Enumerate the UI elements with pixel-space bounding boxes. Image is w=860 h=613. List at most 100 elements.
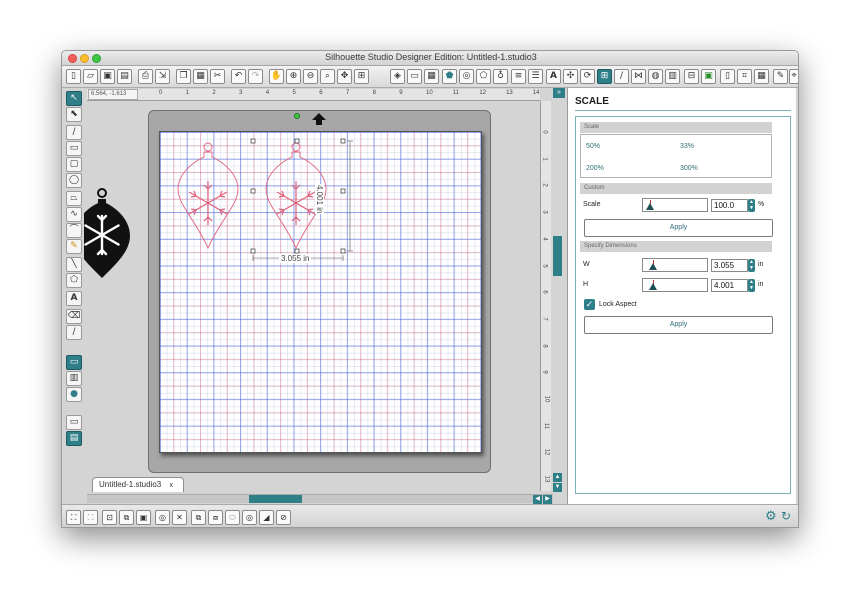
scroll-left-button[interactable]: ◀: [533, 495, 542, 504]
mirror-icon[interactable]: ⋈: [631, 69, 646, 84]
height-stepper[interactable]: ▲ ▼: [748, 279, 755, 292]
select-tool-icon[interactable]: ↖: [66, 91, 82, 106]
fill-color-icon[interactable]: ◈: [390, 69, 405, 84]
shadow-icon[interactable]: ⬠: [476, 69, 491, 84]
line-style-icon[interactable]: ◎: [459, 69, 474, 84]
trace-icon[interactable]: ≡: [511, 69, 526, 84]
freehand-tool-icon[interactable]: ✎: [66, 239, 82, 254]
custom-scale-slider[interactable]: [642, 198, 708, 212]
undo-icon[interactable]: ↶: [231, 69, 246, 84]
group-icon[interactable]: ⊡: [102, 510, 117, 525]
save-to-library-icon[interactable]: ▤: [117, 69, 132, 84]
line-tool-icon[interactable]: ∕: [66, 125, 82, 140]
bring-to-front-icon[interactable]: ⧉: [191, 510, 206, 525]
split-icon[interactable]: ✕: [172, 510, 187, 525]
ellipse-tool-icon[interactable]: ◯: [66, 173, 82, 188]
polygon-tool-icon[interactable]: ⏢: [66, 191, 82, 206]
width-slider[interactable]: [642, 258, 708, 272]
horizontal-scroll-thumb[interactable]: [249, 495, 302, 503]
release-compound-icon[interactable]: ◎: [155, 510, 170, 525]
curve-tool-icon[interactable]: ∿: [66, 207, 82, 222]
text-tool-icon[interactable]: A: [66, 291, 82, 306]
send-to-cutter-icon[interactable]: ⇲: [155, 69, 170, 84]
redo-icon[interactable]: ↷: [248, 69, 263, 84]
settings-gear-icon[interactable]: ⚙: [765, 509, 777, 524]
gradient-icon[interactable]: ▦: [424, 69, 439, 84]
line-width-icon[interactable]: ♁: [493, 69, 508, 84]
deselect-icon[interactable]: ⛶: [83, 510, 98, 525]
height-slider-knob[interactable]: [649, 283, 657, 290]
replicate-icon[interactable]: ▥: [665, 69, 680, 84]
select-all-icon[interactable]: ⛶: [66, 510, 81, 525]
zoom-select-icon[interactable]: ⌕: [320, 69, 335, 84]
rotate-icon[interactable]: ⟳: [580, 69, 595, 84]
scale-300-option[interactable]: 300%: [680, 165, 698, 172]
eraser-tool-icon[interactable]: ⌫: [66, 309, 82, 324]
library-icon[interactable]: ⌖: [789, 69, 798, 84]
scale-200-option[interactable]: 200%: [586, 165, 604, 172]
drag-zoom-icon[interactable]: ✥: [337, 69, 352, 84]
open-folder-icon[interactable]: ▱: [83, 69, 98, 84]
ornament-thumbnail[interactable]: [84, 188, 140, 280]
design-page-icon[interactable]: ▭: [66, 355, 82, 370]
cut-settings-icon[interactable]: ▦: [754, 69, 769, 84]
rotate-handle[interactable]: [294, 113, 300, 119]
offset-icon[interactable]: ◍: [648, 69, 663, 84]
width-slider-knob[interactable]: [649, 263, 657, 270]
custom-apply-button[interactable]: Apply: [584, 219, 773, 237]
smooth-freehand-icon[interactable]: ╲: [66, 257, 82, 272]
width-stepper[interactable]: ▲ ▼: [748, 259, 755, 272]
arc-tool-icon[interactable]: ⌒: [66, 223, 82, 238]
slider-knob[interactable]: [646, 203, 654, 210]
ungroup-icon[interactable]: ⧉: [119, 510, 134, 525]
height-input[interactable]: 4.001: [711, 279, 748, 292]
paste-icon[interactable]: ▦: [193, 69, 208, 84]
lock-aspect-checkbox[interactable]: ✓: [584, 299, 595, 310]
zoom-out-icon[interactable]: ⊖: [303, 69, 318, 84]
page-setup-icon[interactable]: ▯: [720, 69, 735, 84]
weld-icon[interactable]: ⬭: [225, 510, 240, 525]
custom-scale-input[interactable]: 100.0: [711, 199, 748, 212]
fit-to-page-icon[interactable]: ⊞: [354, 69, 369, 84]
knife-tool-icon[interactable]: ∕: [66, 325, 82, 340]
document-tab-close-icon[interactable]: x: [170, 482, 174, 489]
modify-bottom-icon[interactable]: ⊘: [276, 510, 291, 525]
panel-collapse-button[interactable]: »: [553, 88, 565, 98]
pan-icon[interactable]: ✋: [269, 69, 284, 84]
scroll-right-button[interactable]: ▶: [543, 495, 552, 504]
scroll-down-button[interactable]: ▼: [553, 483, 562, 492]
scroll-up-button[interactable]: ▲: [553, 473, 562, 482]
compound-path-icon[interactable]: ▣: [136, 510, 151, 525]
width-input[interactable]: 3.055: [711, 259, 748, 272]
transform-icon[interactable]: ✣: [563, 69, 578, 84]
offset-bottom-icon[interactable]: ◎: [242, 510, 257, 525]
custom-scale-stepper[interactable]: ▲ ▼: [748, 199, 755, 212]
text-icon[interactable]: A: [546, 69, 561, 84]
scale-50-option[interactable]: 50%: [586, 143, 600, 150]
send-to-back-icon[interactable]: ⧈: [208, 510, 223, 525]
vertical-scroll-thumb[interactable]: [553, 236, 562, 276]
registration-icon[interactable]: ⌗: [737, 69, 752, 84]
horizontal-scrollbar[interactable]: [87, 494, 553, 503]
zoom-in-icon[interactable]: ⊕: [286, 69, 301, 84]
trace-bottom-icon[interactable]: ◢: [259, 510, 274, 525]
layers-icon[interactable]: ▣: [701, 69, 716, 84]
online-store-icon[interactable]: ●: [66, 387, 82, 402]
send-icon[interactable]: ✎: [773, 69, 788, 84]
point-edit-icon[interactable]: ⬉: [66, 107, 82, 122]
cut-icon[interactable]: ✂: [210, 69, 225, 84]
line-color-icon[interactable]: ▭: [407, 69, 422, 84]
fill-pattern-icon[interactable]: ⬟: [442, 69, 457, 84]
align-icon[interactable]: ☰: [528, 69, 543, 84]
scale-33-option[interactable]: 33%: [680, 143, 694, 150]
rounded-rect-tool-icon[interactable]: ▢: [66, 157, 82, 172]
split-view-icon[interactable]: ▤: [66, 431, 82, 446]
regular-polygon-icon[interactable]: ⬠: [66, 273, 82, 288]
height-slider[interactable]: [642, 278, 708, 292]
modify-icon[interactable]: ⊟: [684, 69, 699, 84]
print-icon[interactable]: ⎙: [138, 69, 153, 84]
dimensions-apply-button[interactable]: Apply: [584, 316, 773, 334]
rectangle-tool-icon[interactable]: ▭: [66, 141, 82, 156]
scale-icon[interactable]: ⊞: [597, 69, 612, 84]
save-icon[interactable]: ▣: [100, 69, 115, 84]
